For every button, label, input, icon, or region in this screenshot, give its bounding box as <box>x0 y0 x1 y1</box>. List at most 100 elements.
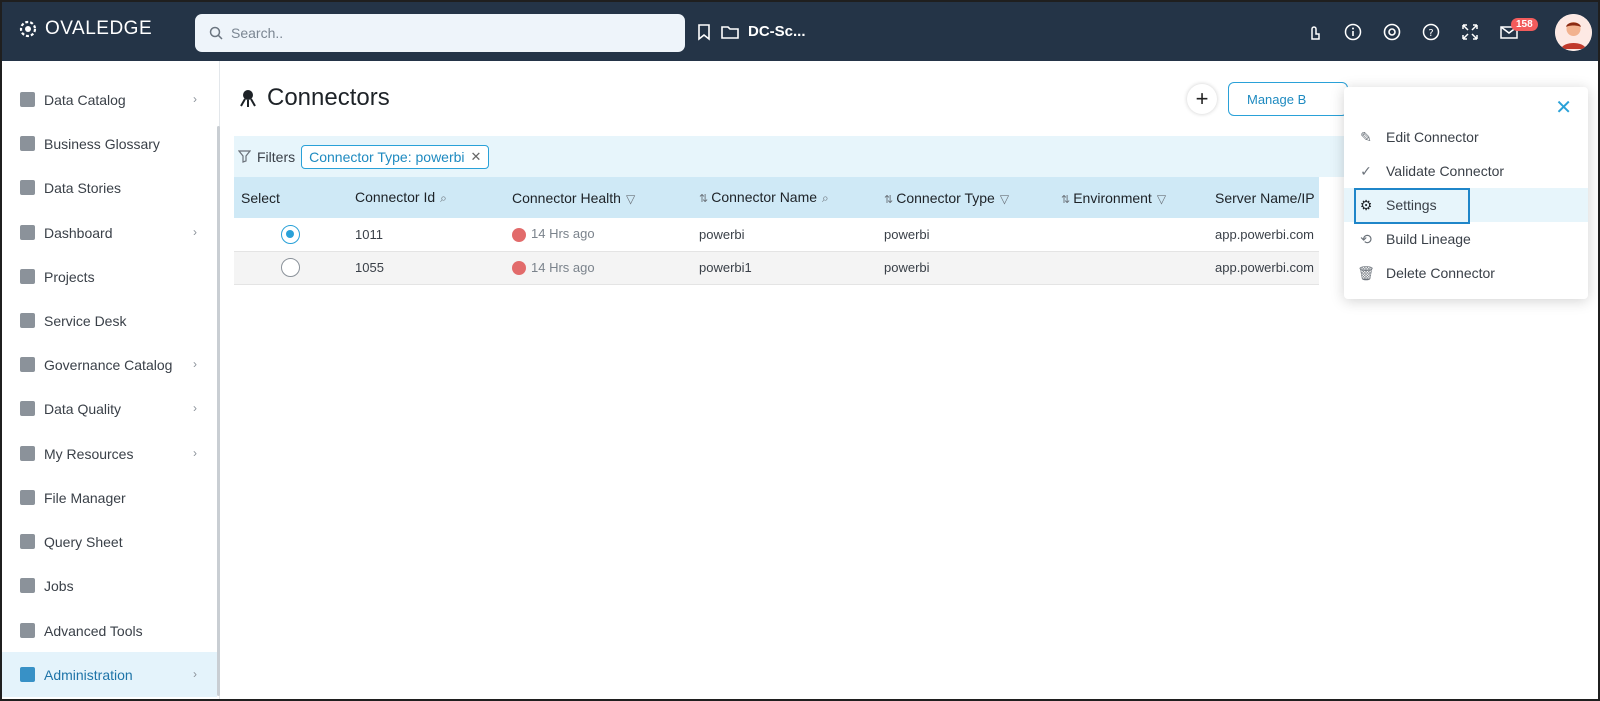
lineage-icon: ⟲ <box>1360 230 1372 247</box>
user-avatar-icon <box>1555 14 1592 51</box>
search-icon[interactable]: ⌕ <box>822 191 829 205</box>
sidebar-item-data-quality[interactable]: Data Quality › <box>2 386 217 431</box>
help-icon[interactable]: ? <box>1421 22 1441 42</box>
table-row[interactable]: 1011 14 Hrs ago powerbi powerbi app.powe… <box>234 218 1319 251</box>
sidebar-item-projects[interactable]: Projects <box>2 254 217 299</box>
search-icon[interactable]: ⌕ <box>440 191 447 205</box>
row-select-radio[interactable] <box>281 224 300 244</box>
chevron-right-icon: › <box>193 401 197 415</box>
close-icon[interactable]: ✕ <box>1555 95 1572 120</box>
col-connector-id-label: Connector Id <box>355 189 436 205</box>
filter-icon[interactable]: ▽ <box>626 192 635 206</box>
sidebar-item-label: Advanced Tools <box>44 622 143 639</box>
info-icon[interactable] <box>1343 22 1363 42</box>
check-circle-icon: ✓ <box>1360 162 1372 179</box>
sidebar-item-data-catalog[interactable]: Data Catalog › <box>2 77 217 122</box>
table-row[interactable]: 1055 14 Hrs ago powerbi1 powerbi app.pow… <box>234 250 1319 285</box>
dashboard-icon <box>20 225 35 240</box>
sidebar-item-query-sheet[interactable]: Query Sheet <box>2 519 217 564</box>
touch-icon[interactable] <box>1304 22 1324 42</box>
page-title: Connectors <box>267 84 390 111</box>
page-header: Connectors <box>237 84 390 112</box>
book-icon <box>20 136 35 151</box>
filter-chip-value: : powerbi <box>407 148 465 165</box>
sidebar-item-label: Data Quality <box>44 400 122 417</box>
col-connector-name-label: Connector Name <box>711 189 818 205</box>
bookmark-icon[interactable] <box>694 22 714 42</box>
projects-icon <box>20 269 35 284</box>
menu-item-build-lineage[interactable]: ⟲ Build Lineage <box>1344 222 1588 256</box>
data-catalog-icon <box>20 92 35 107</box>
sidebar-item-business-glossary[interactable]: Business Glossary <box>2 121 217 166</box>
sidebar-item-label: Dashboard <box>44 224 113 241</box>
sidebar-item-label: File Manager <box>44 489 126 506</box>
sidebar-item-administration[interactable]: Administration › <box>2 652 217 697</box>
menu-item-label: Delete Connector <box>1386 265 1495 281</box>
connector-name[interactable]: powerbi <box>692 218 877 251</box>
connector-id: 1055 <box>348 250 505 285</box>
add-connector-button[interactable]: + <box>1187 84 1217 114</box>
filters-label: Filters <box>257 148 296 165</box>
filter-icon[interactable]: ▽ <box>1000 192 1009 206</box>
health-time: 14 Hrs ago <box>531 226 595 242</box>
connector-type: powerbi <box>877 250 1054 285</box>
folder-icon[interactable] <box>720 22 740 42</box>
col-connector-name[interactable]: ⇅ Connector Name ⌕ <box>692 177 877 218</box>
sidebar-item-dashboard[interactable]: Dashboard › <box>2 210 217 255</box>
expand-icon[interactable] <box>1460 22 1480 42</box>
filter-chip[interactable]: Connector Type: powerbi ✕ <box>301 144 490 169</box>
manage-button[interactable]: Manage B <box>1228 82 1348 116</box>
row-select-radio[interactable] <box>281 258 300 277</box>
pencil-icon: ✎ <box>1360 128 1372 145</box>
sidebar-item-my-resources[interactable]: My Resources › <box>2 431 217 476</box>
manage-label: Manage B <box>1247 91 1307 107</box>
col-server-label: Server Name/IP <box>1215 189 1315 206</box>
connector-name[interactable]: powerbi1 <box>692 250 877 285</box>
sidebar-item-file-manager[interactable]: File Manager <box>2 475 217 520</box>
sort-icon[interactable]: ⇅ <box>699 193 708 205</box>
avatar[interactable] <box>1555 14 1592 51</box>
menu-item-delete-connector[interactable]: 🗑 Delete Connector <box>1344 256 1588 290</box>
menu-item-validate-connector[interactable]: ✓ Validate Connector <box>1344 154 1588 188</box>
col-connector-health[interactable]: Connector Health ▽ <box>505 177 692 218</box>
connector-id: 1011 <box>355 226 383 242</box>
sidebar-item-governance-catalog[interactable]: Governance Catalog › <box>2 342 217 387</box>
svg-text:?: ? <box>1428 28 1433 39</box>
service-desk-icon <box>20 313 35 328</box>
menu-item-edit-connector[interactable]: ✎ Edit Connector <box>1344 120 1588 154</box>
menu-item-label: Validate Connector <box>1386 163 1505 179</box>
sidebar-item-data-stories[interactable]: Data Stories <box>2 165 217 210</box>
col-connector-id[interactable]: Connector Id ⌕ <box>348 177 505 218</box>
sidebar-item-label: Data Catalog <box>44 91 126 108</box>
table-header-row: Select Connector Id ⌕ Connector Health ▽ ⇅… <box>234 177 1319 218</box>
logo[interactable]: OVALEDGE <box>17 18 152 40</box>
health-status-dot <box>512 261 526 276</box>
resources-icon <box>20 446 35 461</box>
sidebar-item-advanced-tools[interactable]: Advanced Tools <box>2 608 217 653</box>
open-book-icon <box>20 180 35 195</box>
notification-badge: 158 <box>1511 18 1538 31</box>
folder-icon <box>20 490 35 505</box>
sort-icon[interactable]: ⇅ <box>1061 194 1070 206</box>
search-input[interactable] <box>231 25 651 41</box>
logo-text: OVALEDGE <box>45 18 153 39</box>
connector-health: 14 Hrs ago <box>505 250 692 285</box>
col-connector-health-label: Connector Health <box>512 189 621 206</box>
sidebar-item-jobs[interactable]: Jobs <box>2 563 217 608</box>
col-connector-type[interactable]: ⇅ Connector Type ▽ <box>877 177 1054 218</box>
sort-icon[interactable]: ⇅ <box>884 194 893 206</box>
col-connector-type-label: Connector Type <box>896 189 995 206</box>
filter-icon[interactable]: ▽ <box>1157 192 1166 206</box>
selection-highlight <box>1354 188 1470 224</box>
health-status-dot <box>512 228 526 243</box>
chevron-right-icon: › <box>193 667 197 681</box>
search-box[interactable] <box>195 14 685 52</box>
close-icon[interactable]: ✕ <box>471 149 482 165</box>
chrome-icon[interactable] <box>1382 22 1402 42</box>
connector-server: app.powerbi.com <box>1215 226 1314 242</box>
workspace-label[interactable]: DC-Sc... <box>748 23 806 40</box>
col-environment[interactable]: ⇅ Environment ▽ <box>1054 177 1208 218</box>
filter-icon <box>238 150 251 163</box>
connectors-table: Select Connector Id ⌕ Connector Health ▽ ⇅… <box>234 177 1319 285</box>
sidebar-item-service-desk[interactable]: Service Desk <box>2 298 217 343</box>
